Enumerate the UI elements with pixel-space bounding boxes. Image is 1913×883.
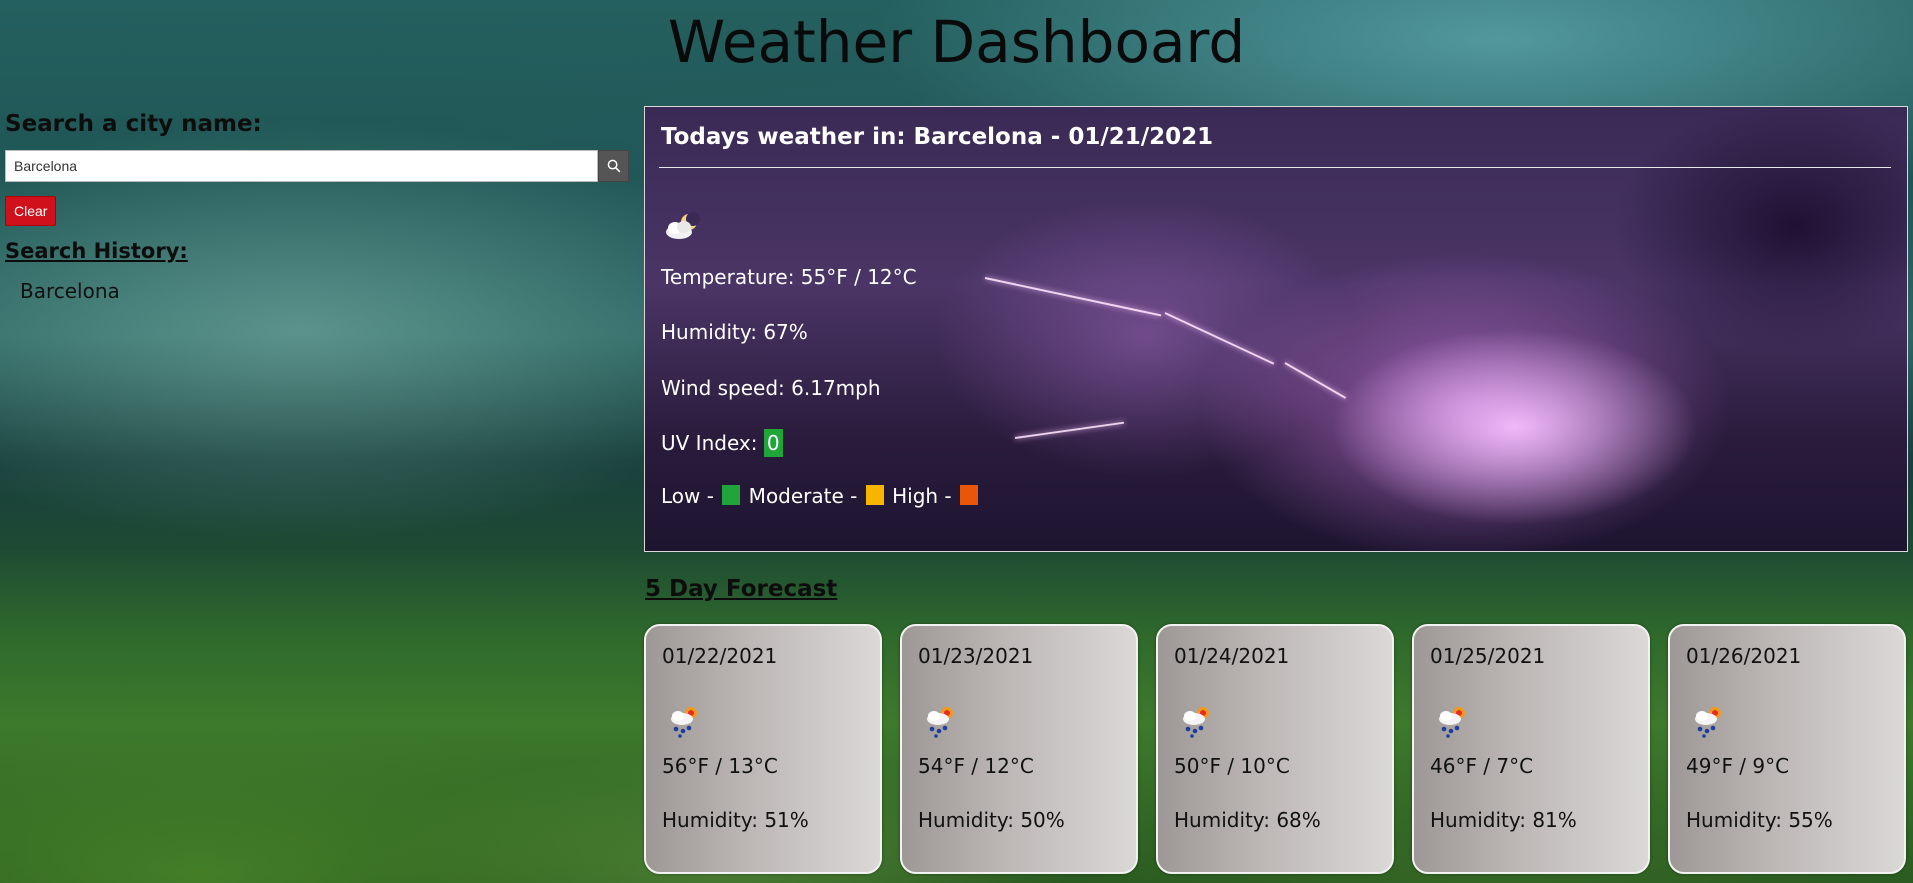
uv-low-swatch xyxy=(722,485,741,505)
sidebar: Search a city name: Clear Search History… xyxy=(5,108,629,306)
forecast-temperature: 49°F / 9°C xyxy=(1686,754,1790,778)
forecast-humidity: Humidity: 51% xyxy=(662,808,809,832)
uv-legend: Low - Moderate - High - xyxy=(661,482,980,510)
uv-index-badge: 0 xyxy=(763,429,783,457)
search-row xyxy=(5,150,629,182)
current-weather-title: Todays weather in: Barcelona - 01/21/202… xyxy=(661,124,1214,150)
forecast-temperature: 54°F / 12°C xyxy=(918,754,1034,778)
uv-legend-low-label: Low - xyxy=(661,484,721,508)
rain-sun-cloud-icon xyxy=(671,707,697,738)
rain-sun-cloud-icon xyxy=(927,707,953,738)
uv-legend-high-label: High - xyxy=(885,484,958,508)
search-history-heading: Search History: xyxy=(5,239,188,263)
forecast-card: 01/24/2021 50°F / 10°C Humidity: 68% xyxy=(1156,624,1394,874)
rain-sun-cloud-icon xyxy=(1439,707,1465,738)
current-temperature: Temperature: 55°F / 12°C xyxy=(661,265,917,289)
partly-cloudy-night-icon xyxy=(666,212,700,239)
forecast-date: 01/23/2021 xyxy=(918,644,1034,668)
page-title: Weather Dashboard xyxy=(667,8,1246,76)
forecast-humidity: Humidity: 68% xyxy=(1174,808,1321,832)
clear-button[interactable]: Clear xyxy=(5,196,57,226)
current-weather-card: Todays weather in: Barcelona - 01/21/202… xyxy=(644,106,1908,552)
forecast-card: 01/23/2021 54°F / 12°C Humidity: 50% xyxy=(900,624,1138,874)
forecast-humidity: Humidity: 81% xyxy=(1430,808,1577,832)
lightning-decoration xyxy=(984,277,1162,317)
lightning-decoration xyxy=(1284,362,1347,399)
lightning-decoration xyxy=(1164,312,1275,365)
forecast-date: 01/26/2021 xyxy=(1686,644,1802,668)
current-uv-index: UV Index: 0 xyxy=(661,429,783,457)
rain-sun-cloud-icon xyxy=(1183,707,1209,738)
forecast-date: 01/22/2021 xyxy=(662,644,778,668)
search-input[interactable] xyxy=(5,150,598,182)
forecast-humidity: Humidity: 50% xyxy=(918,808,1065,832)
search-heading: Search a city name: xyxy=(5,111,262,137)
uv-legend-moderate-label: Moderate - xyxy=(742,484,864,508)
forecast-date: 01/24/2021 xyxy=(1174,644,1290,668)
history-item[interactable]: Barcelona xyxy=(20,276,629,306)
rain-sun-cloud-icon xyxy=(1695,707,1721,738)
forecast-temperature: 50°F / 10°C xyxy=(1174,754,1290,778)
current-wind-speed: Wind speed: 6.17mph xyxy=(661,376,881,400)
forecast-row: 01/22/2021 56°F / 13°C Humidity: 51% 01/… xyxy=(644,624,1908,874)
uv-high-swatch xyxy=(960,485,978,505)
forecast-temperature: 56°F / 13°C xyxy=(662,754,778,778)
search-history-list: Barcelona xyxy=(5,276,629,306)
lightning-decoration xyxy=(1014,421,1125,439)
forecast-temperature: 46°F / 7°C xyxy=(1430,754,1534,778)
forecast-humidity: Humidity: 55% xyxy=(1686,808,1833,832)
uv-index-label: UV Index: xyxy=(661,431,764,455)
forecast-card: 01/26/2021 49°F / 9°C Humidity: 55% xyxy=(1668,624,1906,874)
forecast-date: 01/25/2021 xyxy=(1430,644,1546,668)
forecast-card: 01/25/2021 46°F / 7°C Humidity: 81% xyxy=(1412,624,1650,874)
forecast-heading: 5 Day Forecast xyxy=(645,576,838,602)
uv-moderate-swatch xyxy=(865,485,884,505)
current-humidity: Humidity: 67% xyxy=(661,320,808,344)
forecast-card: 01/22/2021 56°F / 13°C Humidity: 51% xyxy=(644,624,882,874)
title-divider xyxy=(659,167,1891,168)
search-icon xyxy=(607,159,620,173)
search-button[interactable] xyxy=(598,150,629,182)
